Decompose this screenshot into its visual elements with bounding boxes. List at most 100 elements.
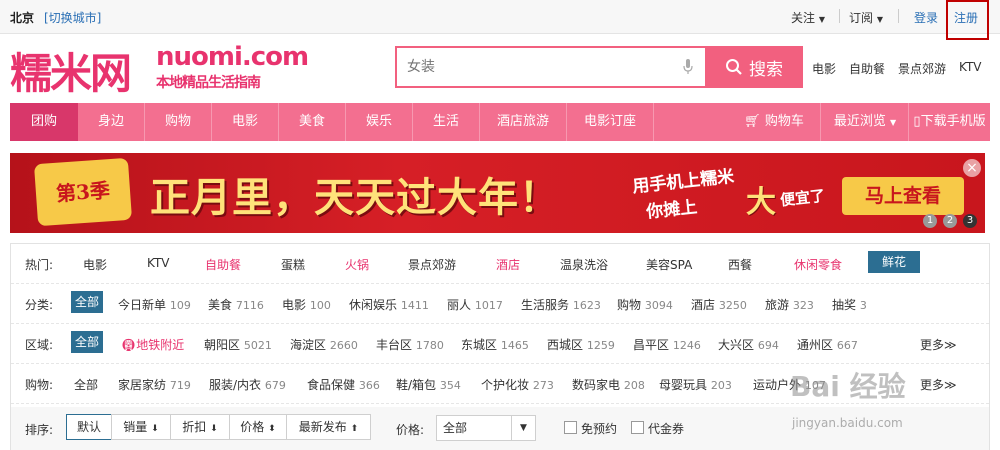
close-icon[interactable]: × xyxy=(963,159,981,177)
region-more-link[interactable]: 更多≫ xyxy=(920,336,957,353)
category-all-selected[interactable]: 全部 xyxy=(71,291,104,313)
category-item[interactable]: 抽奖 3 xyxy=(832,296,867,313)
shopping-item[interactable]: 个护化妆 273 xyxy=(481,376,554,393)
category-item[interactable]: 生活服务 1623 xyxy=(521,296,601,313)
carousel-dot-2[interactable]: 2 xyxy=(943,214,957,228)
region-count: 1246 xyxy=(672,339,701,352)
sort-discount-button[interactable]: 折扣 ⬇ xyxy=(170,414,230,440)
region-item[interactable]: 大兴区 694 xyxy=(718,336,779,353)
hot-link-buffet[interactable]: 自助餐 xyxy=(849,60,885,77)
region-name: 地铁附近 xyxy=(136,338,185,352)
category-item[interactable]: 酒店 3250 xyxy=(691,296,747,313)
region-count: 5021 xyxy=(243,339,272,352)
microphone-icon[interactable] xyxy=(683,59,693,75)
arrow-up-icon: ⬆ xyxy=(350,424,359,434)
category-item[interactable]: 旅游 323 xyxy=(765,296,814,313)
category-item[interactable]: 电影 100 xyxy=(282,296,331,313)
hot-link-scenic[interactable]: 景点郊游 xyxy=(898,60,946,77)
sort-default-button[interactable]: 默认 xyxy=(66,414,112,440)
region-item[interactable]: 西城区 1259 xyxy=(547,336,615,353)
shopping-name: 食品保健 xyxy=(307,378,356,392)
hot-link-movie[interactable]: 电影 xyxy=(812,60,836,77)
banner-cta-button[interactable]: 马上查看 xyxy=(842,177,964,215)
shopping-item[interactable]: 鞋/箱包 354 xyxy=(396,376,461,393)
sort-newest-button[interactable]: 最新发布 ⬆ xyxy=(286,414,371,440)
hot-item[interactable]: 自助餐 xyxy=(205,256,241,273)
hot-item[interactable]: 景点郊游 xyxy=(408,256,456,273)
region-count: 667 xyxy=(836,339,858,352)
watermark-url: jingyan.baidu.com xyxy=(792,416,903,430)
shopping-more-link[interactable]: 更多≫ xyxy=(920,376,957,393)
shopping-item[interactable]: 数码家电 208 xyxy=(572,376,645,393)
sort-price-button[interactable]: 价格 ⬍ xyxy=(229,414,287,440)
category-item[interactable]: 今日新单 109 xyxy=(118,296,191,313)
promo-banner[interactable]: 第3季 正月里，天天过大年！ 用手机上糯米 你摊上 大 便宜了 马上查看 × 1… xyxy=(10,153,985,233)
region-item[interactable]: 通州区 667 xyxy=(797,336,858,353)
shopping-item[interactable]: 家居家纺 719 xyxy=(118,376,191,393)
nav-tab-groupbuy[interactable]: 团购 xyxy=(10,103,78,141)
hot-item[interactable]: 火锅 xyxy=(345,256,369,273)
region-filter-row: 区域: 全部 🚇︎地铁附近 朝阳区 5021 海淀区 2660 丰台区 1780… xyxy=(11,324,989,364)
price-select-value: 全部 xyxy=(443,421,468,435)
hot-item[interactable]: 蛋糕 xyxy=(281,256,305,273)
shopping-item[interactable]: 母婴玩具 203 xyxy=(659,376,732,393)
category-item[interactable]: 美食 7116 xyxy=(208,296,264,313)
region-item-subway[interactable]: 🚇︎地铁附近 xyxy=(121,336,184,353)
no-booking-checkbox[interactable] xyxy=(564,421,577,434)
shopping-item[interactable]: 服装/内衣 679 xyxy=(209,376,286,393)
hot-item[interactable]: 电影 xyxy=(83,256,107,273)
region-all-selected[interactable]: 全部 xyxy=(71,331,104,353)
hot-item[interactable]: 西餐 xyxy=(728,256,752,273)
follow-menu[interactable]: 关注 ▼ xyxy=(791,9,825,26)
region-item[interactable]: 东城区 1465 xyxy=(461,336,529,353)
category-item[interactable]: 休闲娱乐 1411 xyxy=(349,296,429,313)
switch-city-link[interactable]: [切换城市] xyxy=(44,9,101,26)
hot-item[interactable]: 休闲零食 xyxy=(794,256,842,273)
region-name: 丰台区 xyxy=(376,338,413,352)
nav-tab-entertainment[interactable]: 娱乐 xyxy=(346,103,412,141)
region-item[interactable]: 海淀区 2660 xyxy=(290,336,358,353)
login-link[interactable]: 登录 xyxy=(914,9,938,26)
sort-sales-button[interactable]: 销量 ⬇ xyxy=(111,414,171,440)
follow-label: 关注 xyxy=(791,11,816,25)
search-input[interactable] xyxy=(397,48,657,86)
hot-item[interactable]: 温泉洗浴 xyxy=(560,256,608,273)
site-logo[interactable]: 糯米网 nuomi.com 本地精品生活指南 xyxy=(10,40,309,98)
carousel-dot-1[interactable]: 1 xyxy=(923,214,937,228)
category-count: 3250 xyxy=(718,299,747,312)
nav-tab-shopping[interactable]: 购物 xyxy=(145,103,211,141)
sort-discount-label: 折扣 xyxy=(182,420,207,434)
price-select[interactable]: 全部 ▼ xyxy=(436,415,536,441)
hot-item[interactable]: 酒店 xyxy=(496,256,520,273)
register-highlight-box xyxy=(946,0,989,40)
category-item[interactable]: 丽人 1017 xyxy=(447,296,503,313)
hot-item-selected[interactable]: 鲜花 xyxy=(868,251,920,273)
hot-link-ktv[interactable]: KTV xyxy=(959,60,981,74)
search-button[interactable]: 搜索 xyxy=(705,46,803,88)
shopping-count: 273 xyxy=(532,379,554,392)
cart-link[interactable]: 🛒︎ 购物车 xyxy=(730,103,818,141)
recent-viewed-menu[interactable]: 最近浏览 ▼ xyxy=(822,103,908,141)
voucher-checkbox[interactable] xyxy=(631,421,644,434)
region-item[interactable]: 朝阳区 5021 xyxy=(204,336,272,353)
download-app-link[interactable]: ▯下载手机版 xyxy=(909,103,990,141)
nav-tab-movie[interactable]: 电影 xyxy=(212,103,278,141)
shopping-name: 数码家电 xyxy=(572,378,621,392)
shopping-item[interactable]: 食品保健 366 xyxy=(307,376,380,393)
hot-item[interactable]: 美容SPA xyxy=(646,256,692,273)
region-item[interactable]: 丰台区 1780 xyxy=(376,336,444,353)
carousel-dot-3[interactable]: 3 xyxy=(963,214,977,228)
region-item[interactable]: 昌平区 1246 xyxy=(633,336,701,353)
nav-tab-movie-booking[interactable]: 电影订座 xyxy=(567,103,653,141)
subscribe-menu[interactable]: 订阅 ▼ xyxy=(849,9,883,26)
category-count: 3094 xyxy=(644,299,673,312)
nav-tab-hotel-travel[interactable]: 酒店旅游 xyxy=(480,103,566,141)
nav-tab-food[interactable]: 美食 xyxy=(279,103,345,141)
shopping-item[interactable]: 全部 xyxy=(74,376,98,393)
nav-tab-life[interactable]: 生活 xyxy=(413,103,479,141)
hot-item[interactable]: KTV xyxy=(147,256,169,270)
category-item[interactable]: 购物 3094 xyxy=(617,296,673,313)
recent-label: 最近浏览 xyxy=(833,114,886,129)
nav-tab-nearby[interactable]: 身边 xyxy=(78,103,144,141)
nav-divider xyxy=(653,103,654,141)
